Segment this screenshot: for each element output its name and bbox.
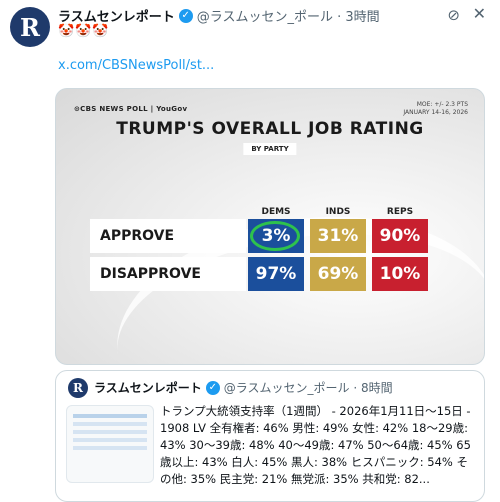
quoted-author-name[interactable]: ラスムセンレポート	[94, 379, 202, 396]
quoted-thumbnail[interactable]	[66, 405, 154, 483]
cell-disapprove-inds: 69%	[310, 257, 366, 291]
verified-badge-icon: ✓	[178, 8, 193, 23]
verified-badge-icon: ✓	[205, 380, 220, 395]
column-header-dems: DEMS	[261, 207, 291, 217]
poll-moe: MOE: +/- 2.3 PTS JANUARY 14-16, 2026	[403, 101, 468, 117]
close-icon[interactable]: ✕	[473, 4, 486, 23]
row-label-approve: APPROVE	[90, 219, 246, 253]
cell-approve-reps: 90%	[372, 219, 428, 253]
handle-time[interactable]: @ラスムッセン_ポール · 3時間	[197, 6, 380, 25]
author-name[interactable]: ラスムセンレポート	[58, 6, 175, 25]
cell-approve-dems: 3%	[248, 219, 304, 253]
quoted-avatar[interactable]: R	[68, 378, 88, 398]
quoted-handle-time[interactable]: @ラスムッセン_ポール · 8時間	[224, 379, 393, 396]
cell-disapprove-dems: 97%	[248, 257, 304, 291]
cell-disapprove-reps: 10%	[372, 257, 428, 291]
tweet-header: ラスムセンレポート ✓ @ラスムッセン_ポール · 3時間	[58, 6, 380, 25]
media-image[interactable]: ⊙CBS NEWS POLL | YouGov MOE: +/- 2.3 PTS…	[55, 88, 485, 365]
cell-approve-inds: 31%	[310, 219, 366, 253]
poll-brand: ⊙CBS NEWS POLL | YouGov	[74, 105, 188, 113]
poll-dates: JANUARY 14-16, 2026	[403, 109, 468, 116]
tweet-text: 🤡🤡🤡	[58, 24, 110, 39]
moe-text: MOE: +/- 2.3 PTS	[416, 101, 468, 108]
tweet-link[interactable]: x.com/CBSNewsPoll/st...	[58, 58, 214, 73]
grok-icon[interactable]: ⊘	[447, 6, 460, 24]
avatar[interactable]: R	[10, 7, 50, 47]
chart-subtitle: BY PARTY	[243, 143, 297, 155]
chart-title: TRUMP'S OVERALL JOB RATING	[116, 119, 424, 139]
quoted-header: ラスムセンレポート ✓ @ラスムッセン_ポール · 8時間	[94, 379, 393, 396]
column-header-inds: INDS	[325, 207, 351, 217]
column-header-reps: REPS	[386, 207, 414, 217]
quoted-tweet[interactable]: R ラスムセンレポート ✓ @ラスムッセン_ポール · 8時間 トランプ大統領支…	[55, 370, 485, 502]
row-label-disapprove: DISAPPROVE	[90, 257, 246, 291]
quoted-text: トランプ大統領支持率（1週間） - 2026年1月11日～15日 - 1908 …	[160, 404, 471, 486]
